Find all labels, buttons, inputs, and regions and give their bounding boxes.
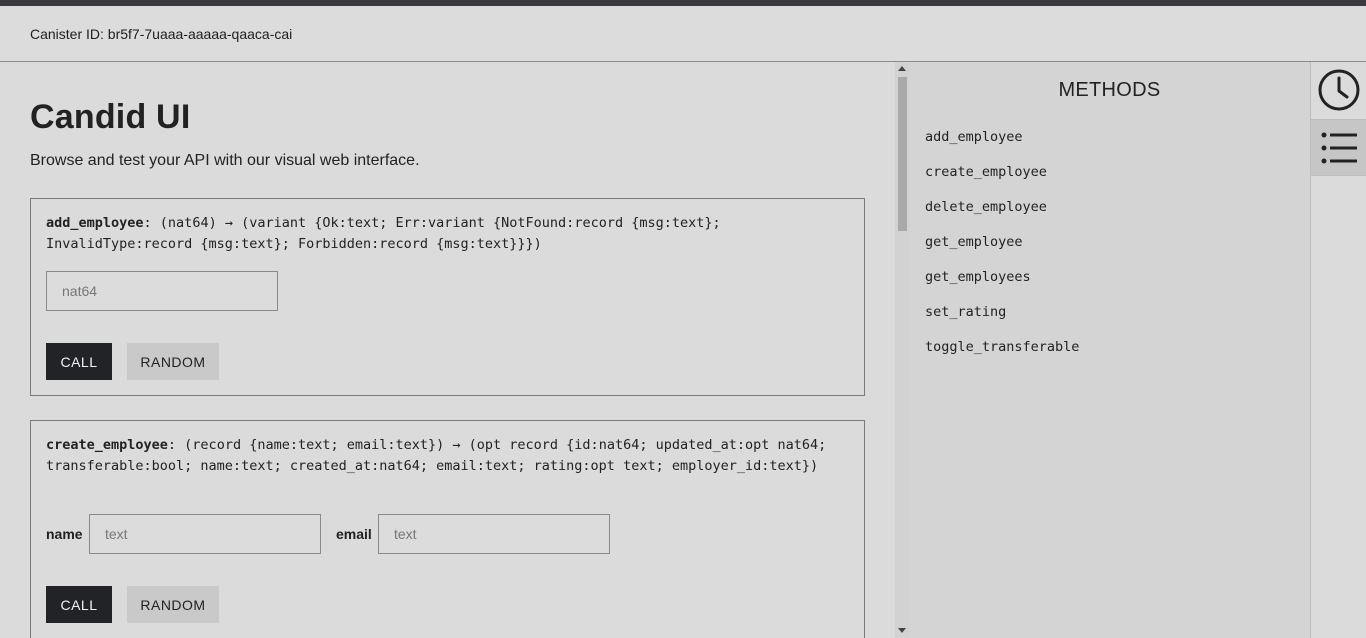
page-subtitle: Browse and test your API with our visual… [30,152,420,169]
methods-panel: METHODS add_employee create_employee del… [909,62,1310,638]
canister-id: Canister ID: br5f7-7uaaa-aaaaa-qaaca-cai [30,26,293,42]
method-signature: create_employee: (record {name:text; ema… [46,435,846,477]
call-button[interactable]: CALL [46,586,112,623]
call-button[interactable]: CALL [46,343,112,380]
random-button[interactable]: RANDOM [127,343,219,380]
method-link-create-employee[interactable]: create_employee [925,164,1047,180]
method-card-add-employee: add_employee: (nat64) → (variant {Ok:tex… [30,198,865,396]
method-signature: add_employee: (nat64) → (variant {Ok:tex… [46,213,846,255]
method-link-get-employee[interactable]: get_employee [925,234,1023,250]
method-link-toggle-transferable[interactable]: toggle_transferable [925,339,1079,355]
right-rail [1310,62,1366,638]
scroll-up-arrow[interactable] [898,66,906,71]
random-button[interactable]: RANDOM [127,586,219,623]
method-card-create-employee: create_employee: (record {name:text; ema… [30,420,865,638]
header: Canister ID: br5f7-7uaaa-aaaaa-qaaca-cai [0,6,1366,62]
method-name: create_employee [46,437,168,453]
main-content: Candid UI Browse and test your API with … [0,62,895,638]
method-link-set-rating[interactable]: set_rating [925,304,1006,320]
method-link-delete-employee[interactable]: delete_employee [925,199,1047,215]
method-link-add-employee[interactable]: add_employee [925,129,1023,145]
history-button[interactable] [1311,62,1366,119]
method-type: : (nat64) → (variant {Ok:text; Err:varia… [46,215,721,252]
scroll-down-arrow[interactable] [898,628,906,633]
list-icon [1321,132,1357,164]
main-scrollbar[interactable] [895,62,909,638]
clock-icon [1318,69,1360,111]
name-label: name [46,526,83,542]
email-input[interactable] [378,514,610,554]
methods-title: METHODS [1058,79,1161,101]
email-label: email [336,526,372,542]
name-input[interactable] [89,514,321,554]
nat64-input[interactable] [46,271,278,311]
method-name: add_employee [46,215,144,231]
scroll-thumb[interactable] [898,77,907,231]
page-title: Candid UI [30,98,191,136]
methods-list-button[interactable] [1311,119,1366,176]
method-link-get-employees[interactable]: get_employees [925,269,1031,285]
